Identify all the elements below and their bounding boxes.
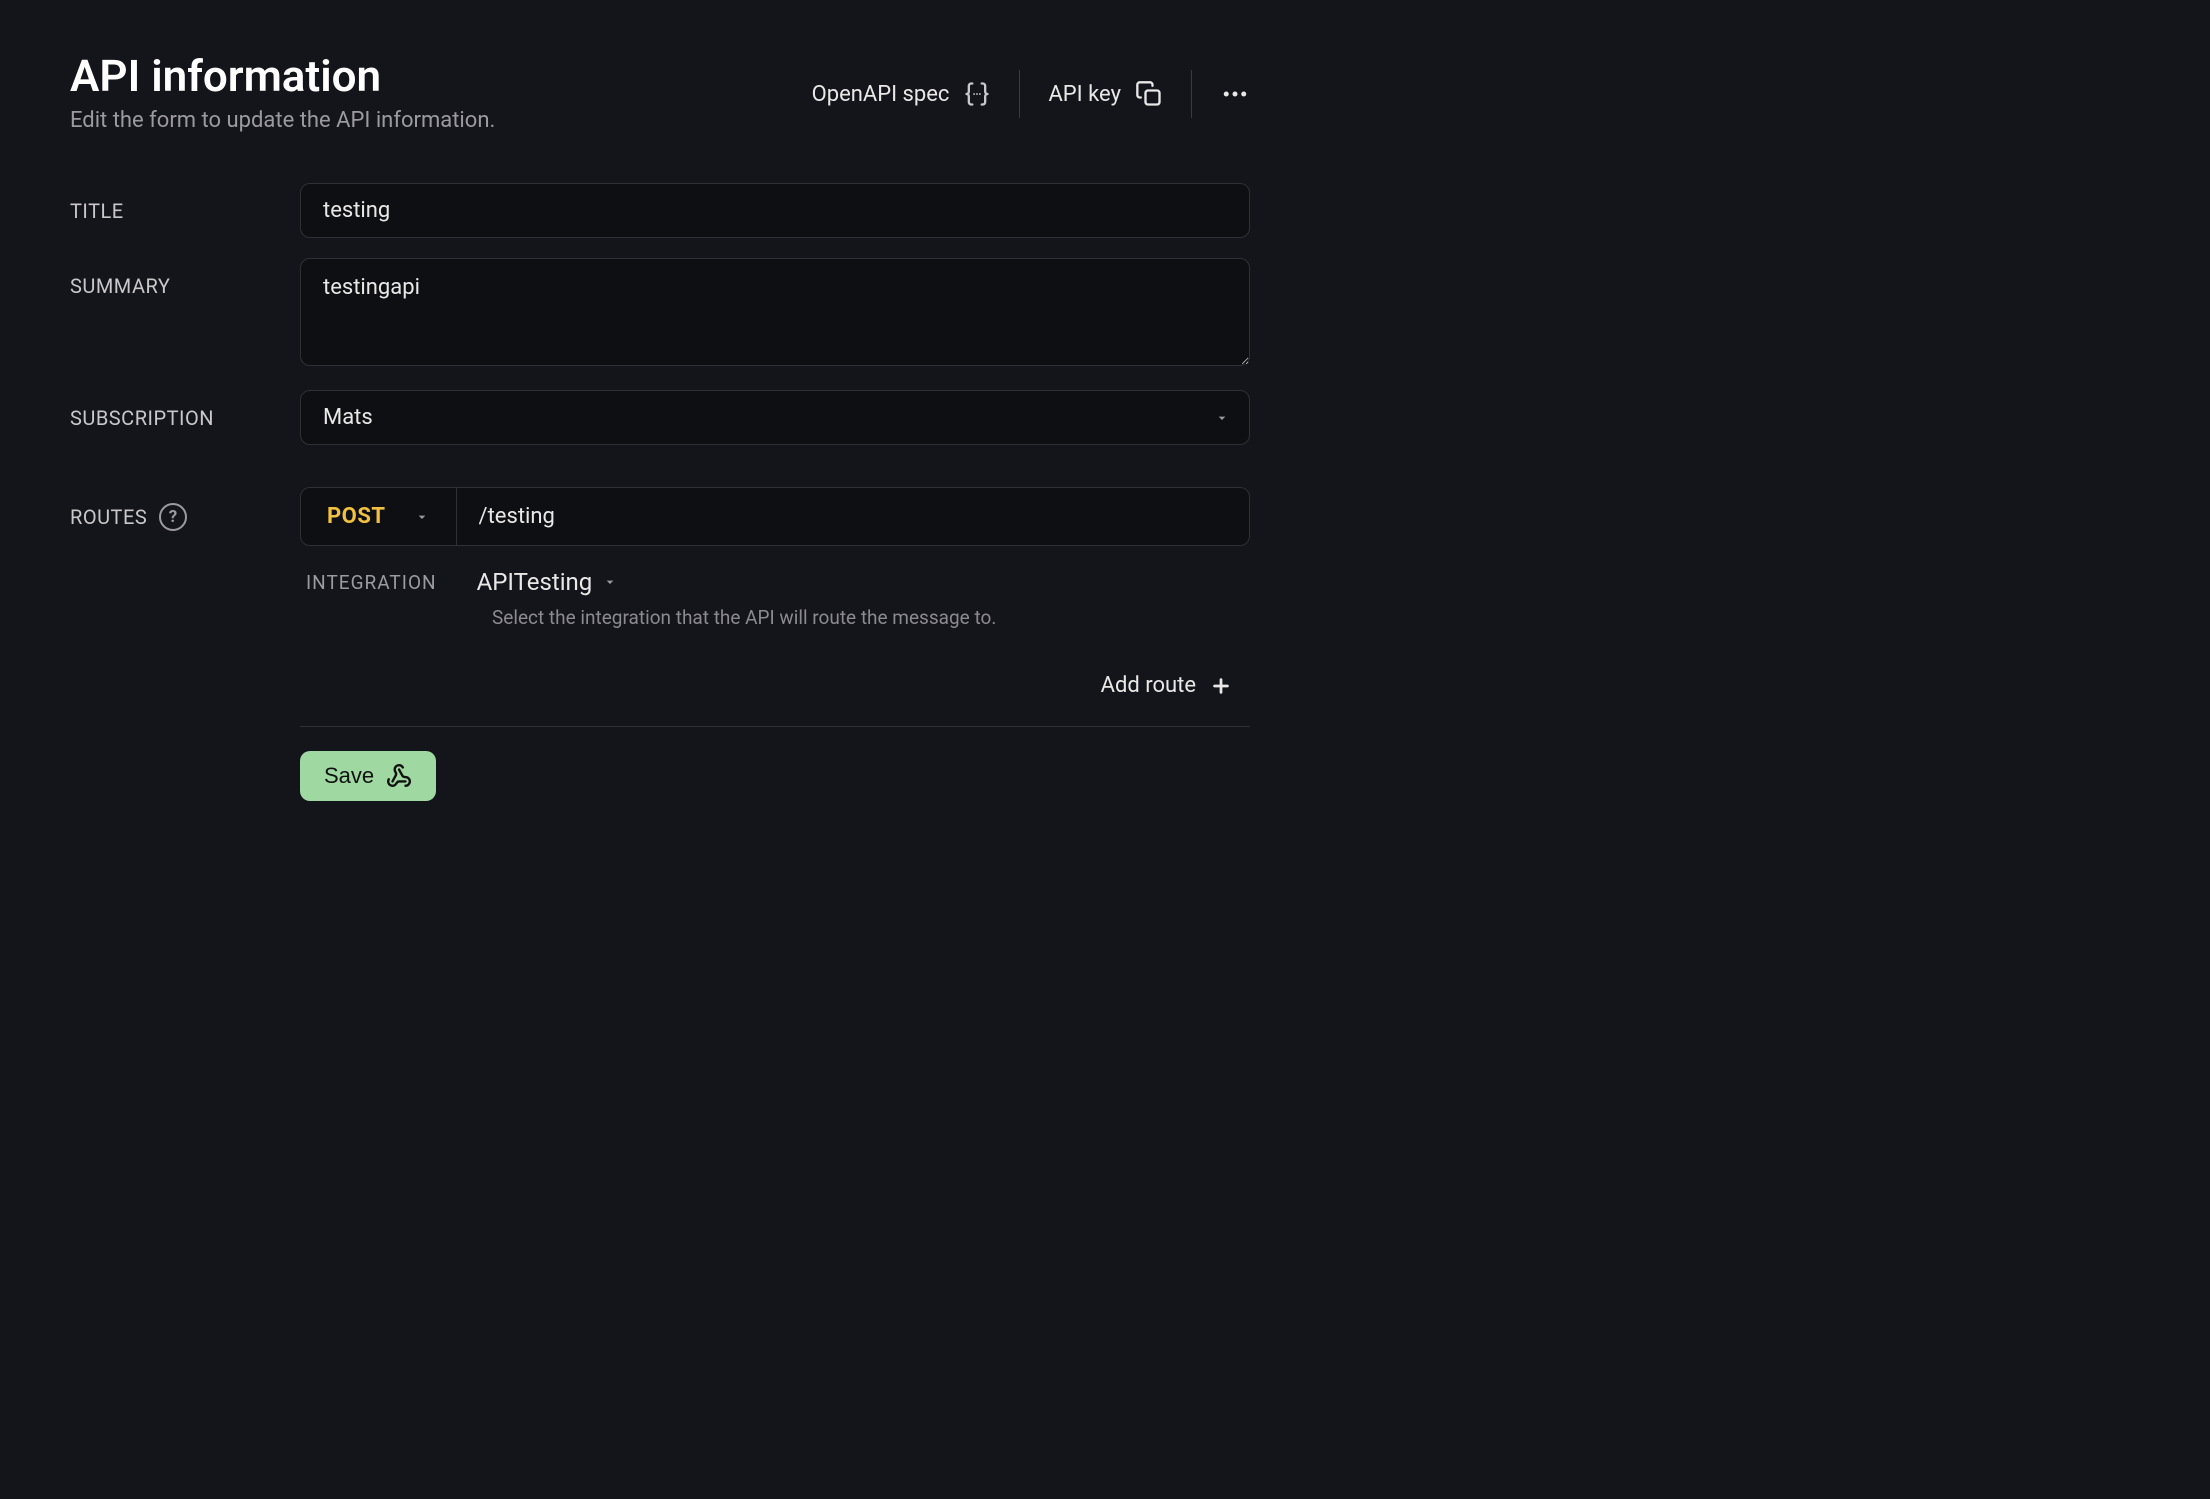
api-key-button[interactable]: API key: [1019, 70, 1191, 118]
http-method-select[interactable]: POST: [301, 488, 457, 545]
title-row: TITLE: [70, 183, 1250, 238]
divider: [300, 726, 1250, 727]
integration-row: INTEGRATION APITesting: [300, 568, 1250, 596]
routes-label: ROUTES ?: [70, 487, 280, 531]
summary-input[interactable]: [300, 258, 1250, 366]
page-header: API information Edit the form to update …: [70, 50, 1250, 133]
http-method-value: POST: [327, 504, 386, 529]
integration-help-text: Select the integration that the API will…: [492, 606, 1250, 629]
help-icon[interactable]: ?: [159, 503, 187, 531]
openapi-spec-button[interactable]: OpenAPI spec: [784, 70, 1020, 118]
chevron-down-icon: [414, 509, 430, 525]
page-title: API information: [70, 50, 495, 102]
more-horizontal-icon: [1220, 79, 1250, 109]
chevron-down-icon: [602, 574, 618, 590]
braces-icon: [963, 80, 991, 108]
save-button[interactable]: Save: [300, 751, 436, 801]
integration-label: INTEGRATION: [306, 571, 437, 594]
route-path-input[interactable]: [457, 488, 1249, 545]
header-actions: OpenAPI spec API key: [784, 70, 1250, 118]
subscription-value: Mats: [300, 390, 1250, 445]
page-subtitle: Edit the form to update the API informat…: [70, 108, 495, 133]
title-label: TITLE: [70, 183, 280, 223]
api-key-label: API key: [1048, 82, 1121, 107]
routes-row: ROUTES ? POST INTEGRATION APITesting: [70, 487, 1250, 801]
webhook-icon: [386, 763, 412, 789]
route-box: POST: [300, 487, 1250, 546]
summary-label: SUMMARY: [70, 258, 280, 298]
header-title-block: API information Edit the form to update …: [70, 50, 495, 133]
integration-select[interactable]: APITesting: [477, 568, 619, 596]
add-route-label: Add route: [1101, 673, 1196, 698]
subscription-row: SUBSCRIPTION Mats: [70, 390, 1250, 445]
copy-icon: [1135, 80, 1163, 108]
add-route-button[interactable]: Add route: [300, 673, 1250, 698]
plus-icon: [1210, 675, 1232, 697]
subscription-select[interactable]: Mats: [300, 390, 1250, 445]
api-form: TITLE SUMMARY SUBSCRIPTION Mats ROUTES: [70, 183, 1250, 801]
more-menu-button[interactable]: [1191, 70, 1250, 118]
summary-row: SUMMARY: [70, 258, 1250, 370]
openapi-spec-label: OpenAPI spec: [812, 82, 950, 107]
subscription-label: SUBSCRIPTION: [70, 390, 280, 430]
routes-label-text: ROUTES: [70, 505, 147, 529]
title-input[interactable]: [300, 183, 1250, 238]
integration-value-text: APITesting: [477, 568, 593, 596]
save-label: Save: [324, 763, 374, 789]
